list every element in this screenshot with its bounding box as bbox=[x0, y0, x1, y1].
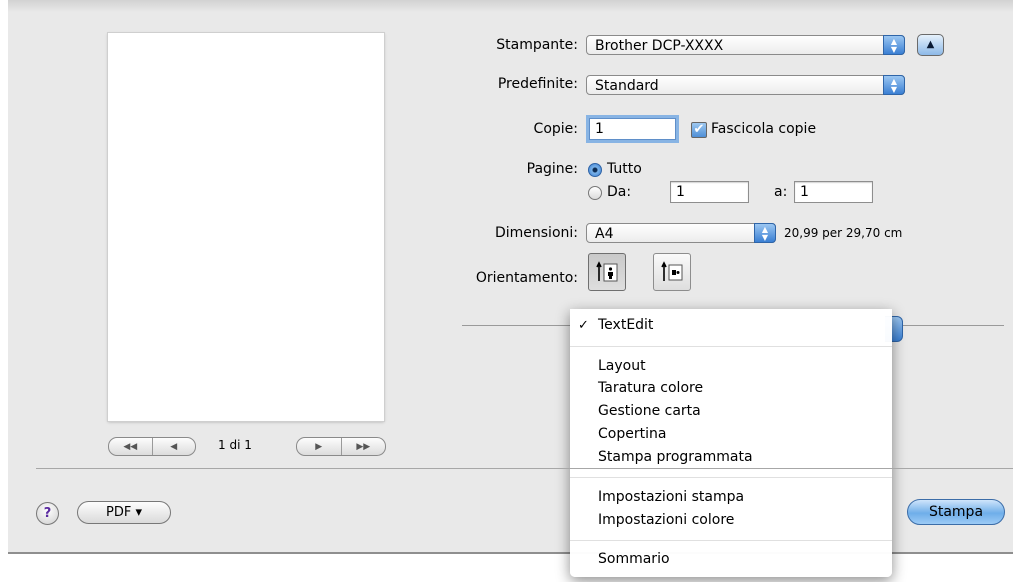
first-page-icon[interactable]: ◀◀ bbox=[109, 438, 152, 455]
section-separator-left bbox=[462, 325, 570, 326]
printer-label: Stampante: bbox=[496, 37, 578, 53]
landscape-orientation-button[interactable] bbox=[653, 253, 691, 291]
pages-all-radio[interactable] bbox=[588, 163, 602, 177]
paper-size-value: A4 bbox=[595, 226, 614, 242]
checkmark-icon: ✓ bbox=[578, 318, 589, 333]
presets-value: Standard bbox=[595, 78, 659, 94]
popup-arrows-icon: ▲ ▼ bbox=[883, 35, 905, 55]
menu-item-summary[interactable]: Sommario bbox=[598, 551, 670, 567]
menu-item-cover[interactable]: Copertina bbox=[598, 426, 666, 442]
page-indicator: 1 di 1 bbox=[218, 438, 252, 452]
menu-separator bbox=[570, 540, 892, 541]
menu-item-textedit[interactable]: TextEdit bbox=[598, 317, 653, 333]
section-separator-right bbox=[902, 325, 1004, 326]
sheet-top-edge bbox=[8, 0, 1013, 12]
help-button[interactable]: ? bbox=[36, 502, 59, 525]
page-preview bbox=[108, 33, 384, 421]
pages-from-field[interactable]: 1 bbox=[670, 181, 749, 203]
pages-all-label: Tutto bbox=[607, 161, 642, 177]
landscape-icon bbox=[661, 261, 683, 281]
menu-item-layout[interactable]: Layout bbox=[598, 358, 646, 374]
popup-arrows-icon: ▲ ▼ bbox=[754, 223, 776, 243]
section-popup-menu[interactable]: ✓ TextEdit Layout Taratura colore Gestio… bbox=[570, 309, 892, 577]
print-button[interactable]: Stampa bbox=[907, 499, 1005, 525]
popup-arrows-icon: ▲ ▼ bbox=[883, 75, 905, 95]
printer-popup[interactable]: Brother DCP-XXXX ▲ ▼ bbox=[586, 35, 905, 55]
pdf-button[interactable]: PDF ▾ bbox=[77, 501, 171, 524]
prev-page-buttons[interactable]: ◀◀ ◀ bbox=[108, 437, 196, 456]
paper-size-popup[interactable]: A4 ▲ ▼ bbox=[586, 223, 776, 243]
menu-separator bbox=[570, 477, 892, 478]
copies-label: Copie: bbox=[533, 121, 578, 137]
presets-popup[interactable]: Standard ▲ ▼ bbox=[586, 75, 905, 95]
menu-item-paper-handling[interactable]: Gestione carta bbox=[598, 403, 701, 419]
paper-size-label: Dimensioni: bbox=[494, 225, 578, 241]
collate-checkbox[interactable]: ✔ bbox=[691, 122, 707, 138]
copies-field[interactable]: 1 bbox=[589, 118, 676, 140]
collate-label: Fascicola copie bbox=[711, 121, 817, 137]
pages-to-label: a: bbox=[774, 184, 788, 200]
menu-item-scheduler[interactable]: Stampa programmata bbox=[598, 449, 753, 465]
previous-page-icon[interactable]: ◀ bbox=[151, 438, 196, 455]
orientation-label: Orientamento: bbox=[475, 270, 578, 286]
portrait-orientation-button[interactable] bbox=[588, 253, 626, 291]
pages-to-field[interactable]: 1 bbox=[794, 181, 873, 203]
next-page-buttons[interactable]: ▶ ▶▶ bbox=[296, 437, 386, 456]
menu-separator bbox=[570, 346, 892, 347]
next-page-icon[interactable]: ▶ bbox=[297, 438, 341, 455]
paper-dimensions: 20,99 per 29,70 cm bbox=[784, 226, 903, 240]
printer-value: Brother DCP-XXXX bbox=[595, 38, 724, 54]
pages-from-radio[interactable] bbox=[588, 186, 602, 200]
footer-divider bbox=[36, 468, 1013, 469]
presets-label: Predefinite: bbox=[497, 76, 578, 92]
pages-label: Pagine: bbox=[526, 161, 578, 177]
menu-item-color-settings[interactable]: Impostazioni colore bbox=[598, 512, 734, 528]
menu-item-print-settings[interactable]: Impostazioni stampa bbox=[598, 489, 744, 505]
portrait-icon bbox=[596, 261, 618, 282]
pages-from-label: Da: bbox=[607, 184, 632, 200]
menu-item-color-calibration[interactable]: Taratura colore bbox=[598, 380, 703, 396]
last-page-icon[interactable]: ▶▶ bbox=[340, 438, 386, 455]
disclosure-triangle-icon[interactable]: ▲ bbox=[917, 34, 944, 56]
